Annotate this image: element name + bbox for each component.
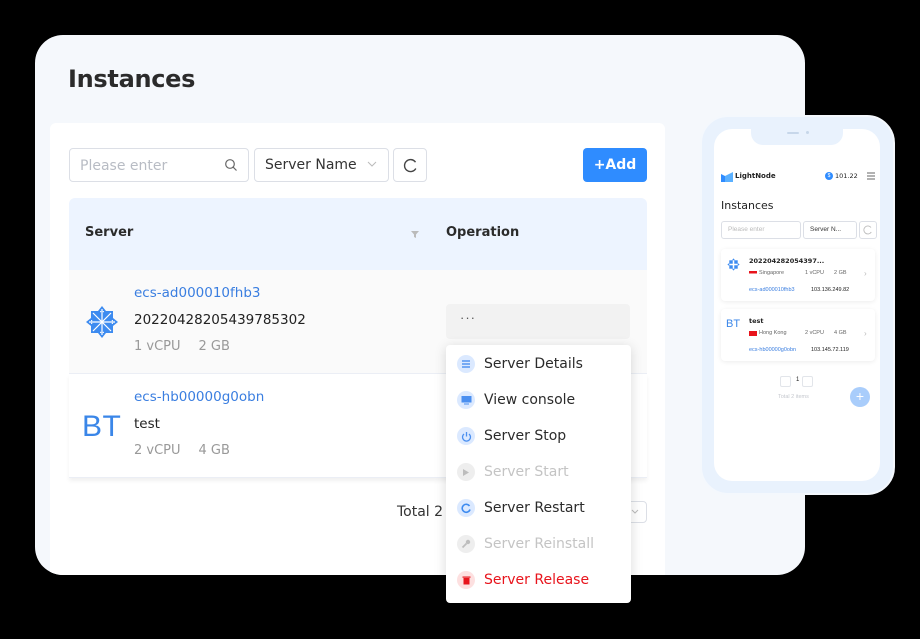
play-icon: [457, 463, 475, 481]
server-specs: 2 vCPU 4 GB: [134, 443, 230, 458]
trash-icon: [457, 571, 475, 589]
phone-filter-value: Server N...: [810, 226, 842, 233]
filter-select[interactable]: Server Name: [254, 148, 389, 182]
phone-refresh-button[interactable]: [859, 221, 877, 239]
menu-item-server-reinstall[interactable]: Server Reinstall: [446, 526, 631, 562]
menu-item-label: View console: [484, 392, 576, 408]
phone-add-button[interactable]: +: [850, 387, 870, 407]
card-memory: 4 GB: [834, 330, 847, 336]
card-id: ecs-hb00000g0obn: [749, 347, 797, 353]
bt-logo-icon: BT: [82, 410, 122, 443]
lightnode-logo-icon: [721, 172, 733, 182]
refresh-icon: [403, 158, 417, 173]
more-icon: ···: [460, 310, 476, 325]
menu-item-label: Server Release: [484, 572, 590, 588]
pagination-total: Total 2 i: [397, 504, 452, 520]
search-input[interactable]: [80, 156, 220, 176]
current-page: 1: [796, 377, 800, 383]
menu-item-label: Server Reinstall: [484, 536, 594, 552]
singapore-flag-icon: [749, 271, 757, 276]
prev-page-button[interactable]: [780, 376, 791, 387]
balance-icon: $: [825, 172, 833, 180]
phone-pagination: 1: [780, 376, 820, 388]
phone-total: Total 2 items: [778, 394, 809, 400]
bt-logo-icon: BT: [726, 318, 741, 330]
operation-menu: Server Details View console Server Stop …: [446, 345, 631, 603]
hong-kong-flag-icon: [749, 331, 757, 336]
more-operations-button[interactable]: ···: [446, 304, 630, 339]
page-title: Instances: [68, 65, 196, 93]
phone-mockup: LightNode $ 101.22 Instances Please ente…: [700, 115, 895, 495]
search-icon[interactable]: [224, 158, 238, 172]
card-location: Singapore: [759, 270, 785, 276]
monitor-icon: [457, 391, 475, 409]
card-cpu: 1 vCPU: [805, 270, 824, 276]
list-icon: [457, 355, 475, 373]
search-field[interactable]: [69, 148, 249, 182]
card-name: 202204282054397...: [749, 257, 825, 265]
restart-icon: [457, 499, 475, 517]
table-header: Server Operation: [69, 198, 647, 270]
phone-instance-card[interactable]: BT test Hong Kong 2 vCPU 4 GB › ecs-hb00…: [721, 309, 875, 361]
add-instance-button[interactable]: +Add: [583, 148, 647, 182]
chevron-down-icon: [367, 161, 377, 167]
menu-item-label: Server Details: [484, 356, 583, 372]
card-ip: 103.145.72.119: [811, 347, 849, 353]
phone-filter-select[interactable]: Server N...: [803, 221, 857, 239]
chevron-down-icon: [631, 509, 639, 514]
instances-card: Instances Server Name +Add Server Operat…: [35, 35, 805, 575]
server-cpu: 2 vCPU: [134, 443, 181, 458]
centos-logo-icon: [727, 258, 740, 271]
hamburger-menu-icon[interactable]: [867, 172, 875, 180]
server-remark: 20220428205439785302: [134, 312, 306, 328]
centos-logo-icon: [86, 306, 118, 338]
menu-item-server-details[interactable]: Server Details: [446, 346, 631, 382]
menu-item-label: Server Stop: [484, 428, 567, 444]
card-location: Hong Kong: [759, 330, 787, 336]
menu-item-label: Server Start: [484, 464, 569, 480]
chevron-right-icon: ›: [864, 269, 867, 278]
phone-instance-card[interactable]: 202204282054397... Singapore 1 vCPU 2 GB…: [721, 249, 875, 301]
server-cpu: 1 vCPU: [134, 339, 181, 354]
power-icon: [457, 427, 475, 445]
phone-page-title: Instances: [721, 199, 774, 212]
menu-item-server-start[interactable]: Server Start: [446, 454, 631, 490]
phone-screen: LightNode $ 101.22 Instances Please ente…: [714, 129, 880, 481]
menu-item-label: Server Restart: [484, 500, 585, 516]
phone-search-input[interactable]: Please enter: [721, 221, 801, 239]
refresh-button[interactable]: [393, 148, 427, 182]
phone-header: LightNode $ 101.22: [714, 167, 880, 189]
toolbar: Server Name +Add: [69, 148, 647, 182]
chevron-right-icon: ›: [864, 329, 867, 338]
column-header-operation: Operation: [446, 225, 520, 240]
card-name: test: [749, 317, 764, 325]
card-cpu: 2 vCPU: [805, 330, 824, 336]
server-memory: 4 GB: [198, 443, 230, 458]
menu-item-server-stop[interactable]: Server Stop: [446, 418, 631, 454]
refresh-icon: [863, 225, 872, 235]
menu-item-server-release[interactable]: Server Release: [446, 562, 631, 598]
card-memory: 2 GB: [834, 270, 847, 276]
card-ip: 103.136.249.82: [811, 287, 850, 293]
server-name-link[interactable]: ecs-ad000010fhb3: [134, 285, 260, 301]
card-id: ecs-ad000010fhb3: [749, 287, 795, 293]
balance-value: 101.22: [835, 172, 858, 180]
server-name-link[interactable]: ecs-hb00000g0obn: [134, 389, 264, 405]
server-specs: 1 vCPU 2 GB: [134, 339, 230, 354]
menu-item-server-restart[interactable]: Server Restart: [446, 490, 631, 526]
menu-item-view-console[interactable]: View console: [446, 382, 631, 418]
server-remark: test: [134, 416, 160, 432]
filter-select-value: Server Name: [265, 157, 357, 173]
phone-search-placeholder: Please enter: [728, 226, 765, 233]
filter-icon[interactable]: [410, 229, 420, 239]
server-memory: 2 GB: [198, 339, 230, 354]
column-header-server: Server: [85, 225, 134, 240]
next-page-button[interactable]: [802, 376, 813, 387]
phone-notch: [751, 129, 843, 145]
wrench-icon: [457, 535, 475, 553]
brand-name: LightNode: [735, 172, 776, 180]
